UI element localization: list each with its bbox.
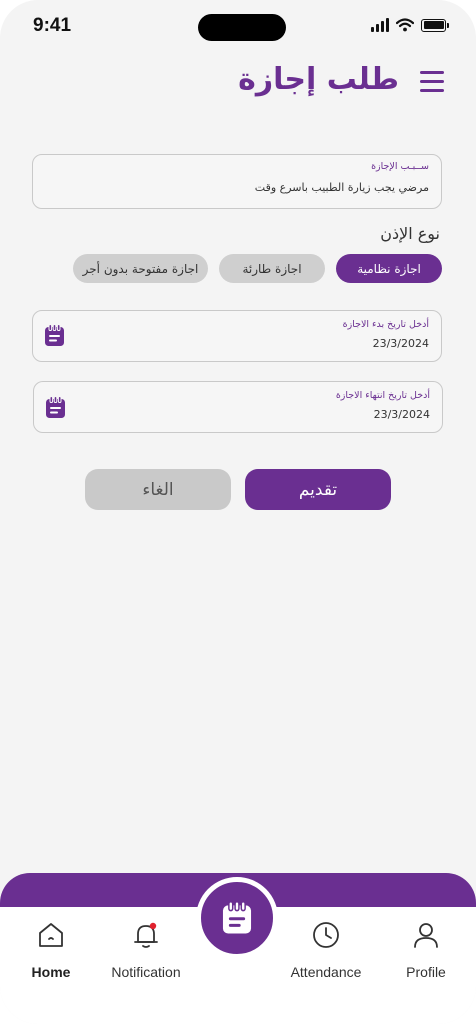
start-date-label: أدخل تاريخ بدء الاجازة [342,319,429,330]
bell-icon [134,922,158,948]
end-date-value: 23/3/2024 [373,408,430,421]
end-date-label: أدخل تاريخ انتهاء الاجازة [335,390,430,401]
nav-profile[interactable]: Profile [396,920,456,980]
chip-emergency-leave[interactable]: اجازة طارئة [219,254,325,283]
home-icon [39,923,63,947]
chip-unpaid-leave[interactable]: اجازة مفتوحة بدون أجر [73,254,208,283]
battery-icon [421,18,449,32]
leave-reason-field[interactable]: ســبـب الإجازة مرضي يجب زيارة الطبيب باس… [32,154,442,209]
center-action-button[interactable] [196,877,278,959]
leave-type-title: نوع الإذن [380,224,440,243]
hamburger-menu-icon[interactable] [420,70,444,94]
clock-icon [313,922,339,948]
chip-regular-leave[interactable]: اجازة نظامية [336,254,442,283]
nav-profile-label: Profile [406,964,446,980]
nav-home[interactable]: Home [26,920,76,980]
calendar-icon[interactable] [45,396,66,419]
notification-badge [149,922,157,930]
nav-home-label: Home [31,964,71,980]
submit-button[interactable]: تقديم [245,469,391,510]
signal-icon [371,18,389,32]
user-icon [414,923,438,948]
page-title: طلب إجازة [238,62,399,97]
nav-notification[interactable]: Notification [106,920,186,980]
nav-attendance[interactable]: Attendance [286,920,366,980]
wifi-icon [396,18,414,32]
clipboard-icon [222,901,252,934]
dynamic-island [198,14,286,41]
phone-screen: 9:41 طلب إجازة ســبـب الإجازة مرضي يجب ز… [0,0,476,1024]
leave-reason-label: ســبـب الإجازة [371,161,429,172]
start-date-field[interactable]: أدخل تاريخ بدء الاجازة 23/3/2024 [32,310,442,362]
end-date-field[interactable]: أدخل تاريخ انتهاء الاجازة 23/3/2024 [33,381,443,433]
leave-reason-value: مرضي يجب زيارة الطبيب باسرع وقت [254,181,429,194]
status-icons [371,18,449,32]
status-time: 9:41 [33,15,72,36]
start-date-value: 23/3/2024 [372,337,429,350]
calendar-icon[interactable] [44,324,65,347]
cancel-button[interactable]: الغاء [85,469,231,510]
nav-notification-label: Notification [111,964,181,980]
nav-attendance-label: Attendance [290,964,362,980]
